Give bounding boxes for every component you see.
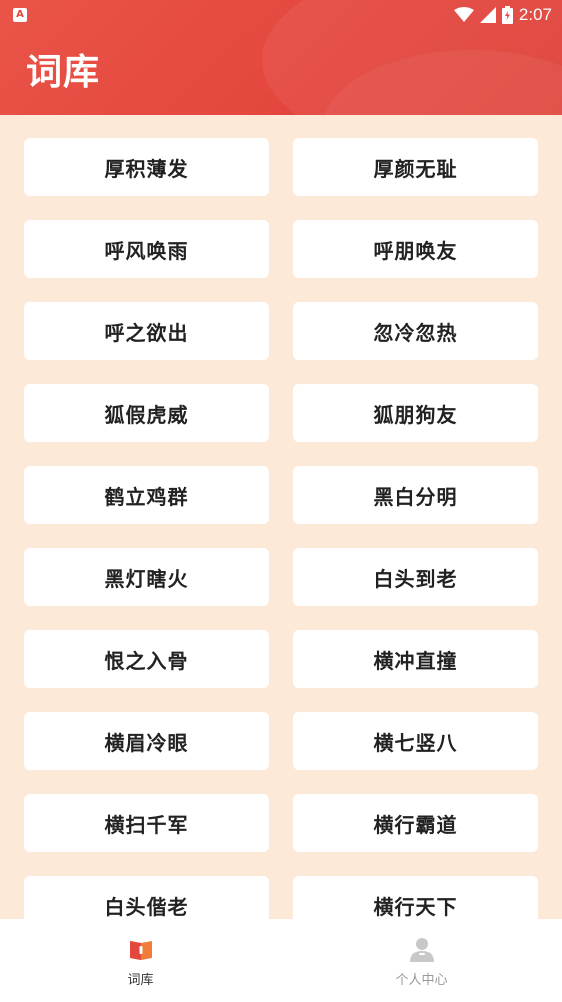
app-notification-icon: A bbox=[13, 8, 27, 22]
word-card[interactable]: 黑灯瞎火 bbox=[24, 548, 269, 606]
page-title: 词库 bbox=[26, 52, 101, 93]
word-card[interactable]: 横冲直撞 bbox=[293, 630, 538, 688]
word-card[interactable]: 白头到老 bbox=[293, 548, 538, 606]
status-bar: A 2:07 bbox=[0, 0, 562, 30]
wifi-icon bbox=[453, 7, 474, 22]
word-card[interactable]: 呼之欲出 bbox=[24, 302, 269, 360]
status-icons: 2:07 bbox=[453, 4, 552, 26]
nav-label: 词库 bbox=[127, 973, 154, 988]
word-card[interactable]: 厚颜无耻 bbox=[293, 138, 538, 196]
app-header: A 2:07 词库 bbox=[0, 0, 562, 115]
word-card[interactable]: 横扫千军 bbox=[24, 794, 269, 852]
word-card[interactable]: 忽冷忽热 bbox=[293, 302, 538, 360]
cellular-signal-icon bbox=[479, 7, 496, 23]
word-card[interactable]: 呼风唤雨 bbox=[24, 220, 269, 278]
word-card[interactable]: 恨之入骨 bbox=[24, 630, 269, 688]
user-icon bbox=[409, 938, 434, 962]
word-card[interactable]: 狐假虎威 bbox=[24, 384, 269, 442]
word-grid: 厚积薄发 厚颜无耻 呼风唤雨 呼朋唤友 呼之欲出 忽冷忽热 狐假虎威 狐朋狗友 … bbox=[24, 138, 538, 934]
word-card[interactable]: 鹤立鸡群 bbox=[24, 466, 269, 524]
battery-icon bbox=[501, 6, 513, 24]
word-card[interactable]: 黑白分明 bbox=[293, 466, 538, 524]
nav-item-profile[interactable]: 个人中心 bbox=[281, 919, 562, 1002]
word-card[interactable]: 厚积薄发 bbox=[24, 138, 269, 196]
word-card[interactable]: 呼朋唤友 bbox=[293, 220, 538, 278]
word-card[interactable]: 狐朋狗友 bbox=[293, 384, 538, 442]
word-card[interactable]: 横行霸道 bbox=[293, 794, 538, 852]
word-card[interactable]: 横七竖八 bbox=[293, 712, 538, 770]
status-time: 2:07 bbox=[518, 5, 552, 24]
book-icon bbox=[129, 941, 152, 960]
nav-label: 个人中心 bbox=[395, 973, 448, 988]
bottom-nav: 词库 个人中心 bbox=[0, 919, 562, 1002]
word-card[interactable]: 横眉冷眼 bbox=[24, 712, 269, 770]
nav-item-lexicon[interactable]: 词库 bbox=[0, 919, 281, 1002]
